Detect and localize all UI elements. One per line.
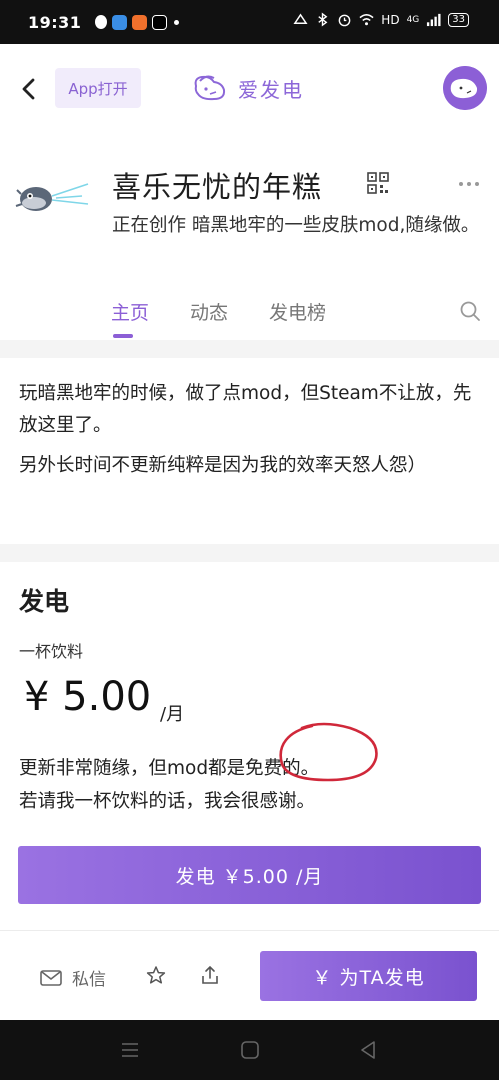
avatar-mascot-icon: [443, 66, 487, 110]
wifi-icon: [359, 14, 374, 26]
tab-sponsor-ranking[interactable]: 发电榜: [269, 298, 326, 325]
sponsor-creator-button[interactable]: ￥ 为TA发电: [260, 951, 477, 1001]
tab-updates[interactable]: 动态: [190, 298, 228, 325]
active-tab-indicator: [113, 334, 133, 338]
creator-avatar[interactable]: [12, 174, 92, 224]
donate-tier-button[interactable]: 发电 ￥5.00 /月: [18, 846, 481, 904]
profile-tabs: 主页 动态 发电榜: [0, 296, 499, 340]
tiktok-icon: [152, 14, 168, 30]
tier-description-line-1: 更新非常随缘，但mod都是免费的。: [19, 758, 320, 779]
browser-icon: [112, 14, 128, 30]
bottom-action-bar: 私信 ￥ 为TA发电: [0, 930, 499, 1021]
top-bar: App打开 爱发电: [0, 44, 499, 134]
status-time: 19:31: [28, 12, 82, 32]
back-nav-icon[interactable]: [358, 1040, 378, 1060]
battery-icon: 33: [448, 12, 469, 27]
alarm-icon: [338, 14, 351, 27]
donate-title: 发电: [19, 587, 70, 616]
section-divider: [0, 544, 499, 562]
signal-label: 4G: [406, 14, 420, 25]
donate-section: 发电 一杯饮料 ¥ 5.00 /月 更新非常随缘，但mod都是免费的。 若请我一…: [0, 562, 499, 930]
more-notifications-dot: [174, 19, 180, 25]
tier-price-unit: /月: [160, 704, 185, 725]
private-message-button[interactable]: 私信: [40, 965, 106, 990]
back-arrow-icon[interactable]: [16, 74, 42, 104]
vpn-icon: [293, 13, 308, 24]
signal-icon: [427, 13, 441, 27]
brand-name: 爱发电: [238, 77, 304, 102]
tier-price: ¥ 5.00: [24, 674, 152, 720]
menu-nav-icon[interactable]: [120, 1040, 140, 1060]
creator-description: 正在创作 暗黑地牢的一些皮肤mod,随缘做。: [112, 215, 480, 236]
brand[interactable]: 爱发电: [192, 72, 304, 104]
intro-section: 玩暗黑地牢的时候，做了点mod，但Steam不让放，先放这里了。 另外长时间不更…: [0, 358, 499, 544]
afdian-logo-icon: [194, 75, 226, 101]
tier-description: 更新非常随缘，但mod都是免费的。 若请我一杯饮料的话，我会很感谢。: [19, 752, 479, 818]
star-icon[interactable]: [146, 965, 166, 985]
mail-icon: [40, 969, 62, 986]
status-right: HD 4G 33: [293, 12, 469, 27]
tier-description-line-2: 若请我一杯饮料的话，我会很感谢。: [19, 791, 316, 812]
app-open-button[interactable]: App打开: [55, 68, 141, 108]
section-divider: [0, 340, 499, 358]
creator-name: 喜乐无忧的年糕: [112, 170, 323, 204]
qr-code-icon[interactable]: [367, 172, 389, 194]
tier-name: 一杯饮料: [19, 642, 84, 661]
network-type: HD: [381, 12, 400, 27]
system-nav-bar: [0, 1020, 499, 1080]
notification-icons: [95, 14, 180, 30]
private-message-label: 私信: [72, 970, 106, 990]
user-avatar[interactable]: [443, 66, 487, 110]
intro-paragraph-2: 另外长时间不更新纯粹是因为我的效率天怒人怨）: [19, 455, 427, 476]
search-icon[interactable]: [459, 300, 481, 322]
tab-home[interactable]: 主页: [111, 298, 149, 325]
home-nav-icon[interactable]: [240, 1040, 260, 1060]
more-options-icon[interactable]: [457, 180, 481, 188]
share-icon[interactable]: [200, 965, 220, 985]
profile-section: 喜乐无忧的年糕 正在创作 暗黑地牢的一些皮肤mod,随缘做。 主页 动态 发电榜: [0, 134, 499, 341]
intro-paragraph-1: 玩暗黑地牢的时候，做了点mod，但Steam不让放，先放这里了。: [19, 383, 472, 436]
red-circle-annotation: [279, 722, 378, 782]
qq-icon: [95, 15, 108, 29]
bluetooth-icon: [318, 12, 328, 27]
taobao-icon: [132, 14, 148, 30]
status-bar: 19:31 HD 4G 33: [0, 0, 499, 44]
